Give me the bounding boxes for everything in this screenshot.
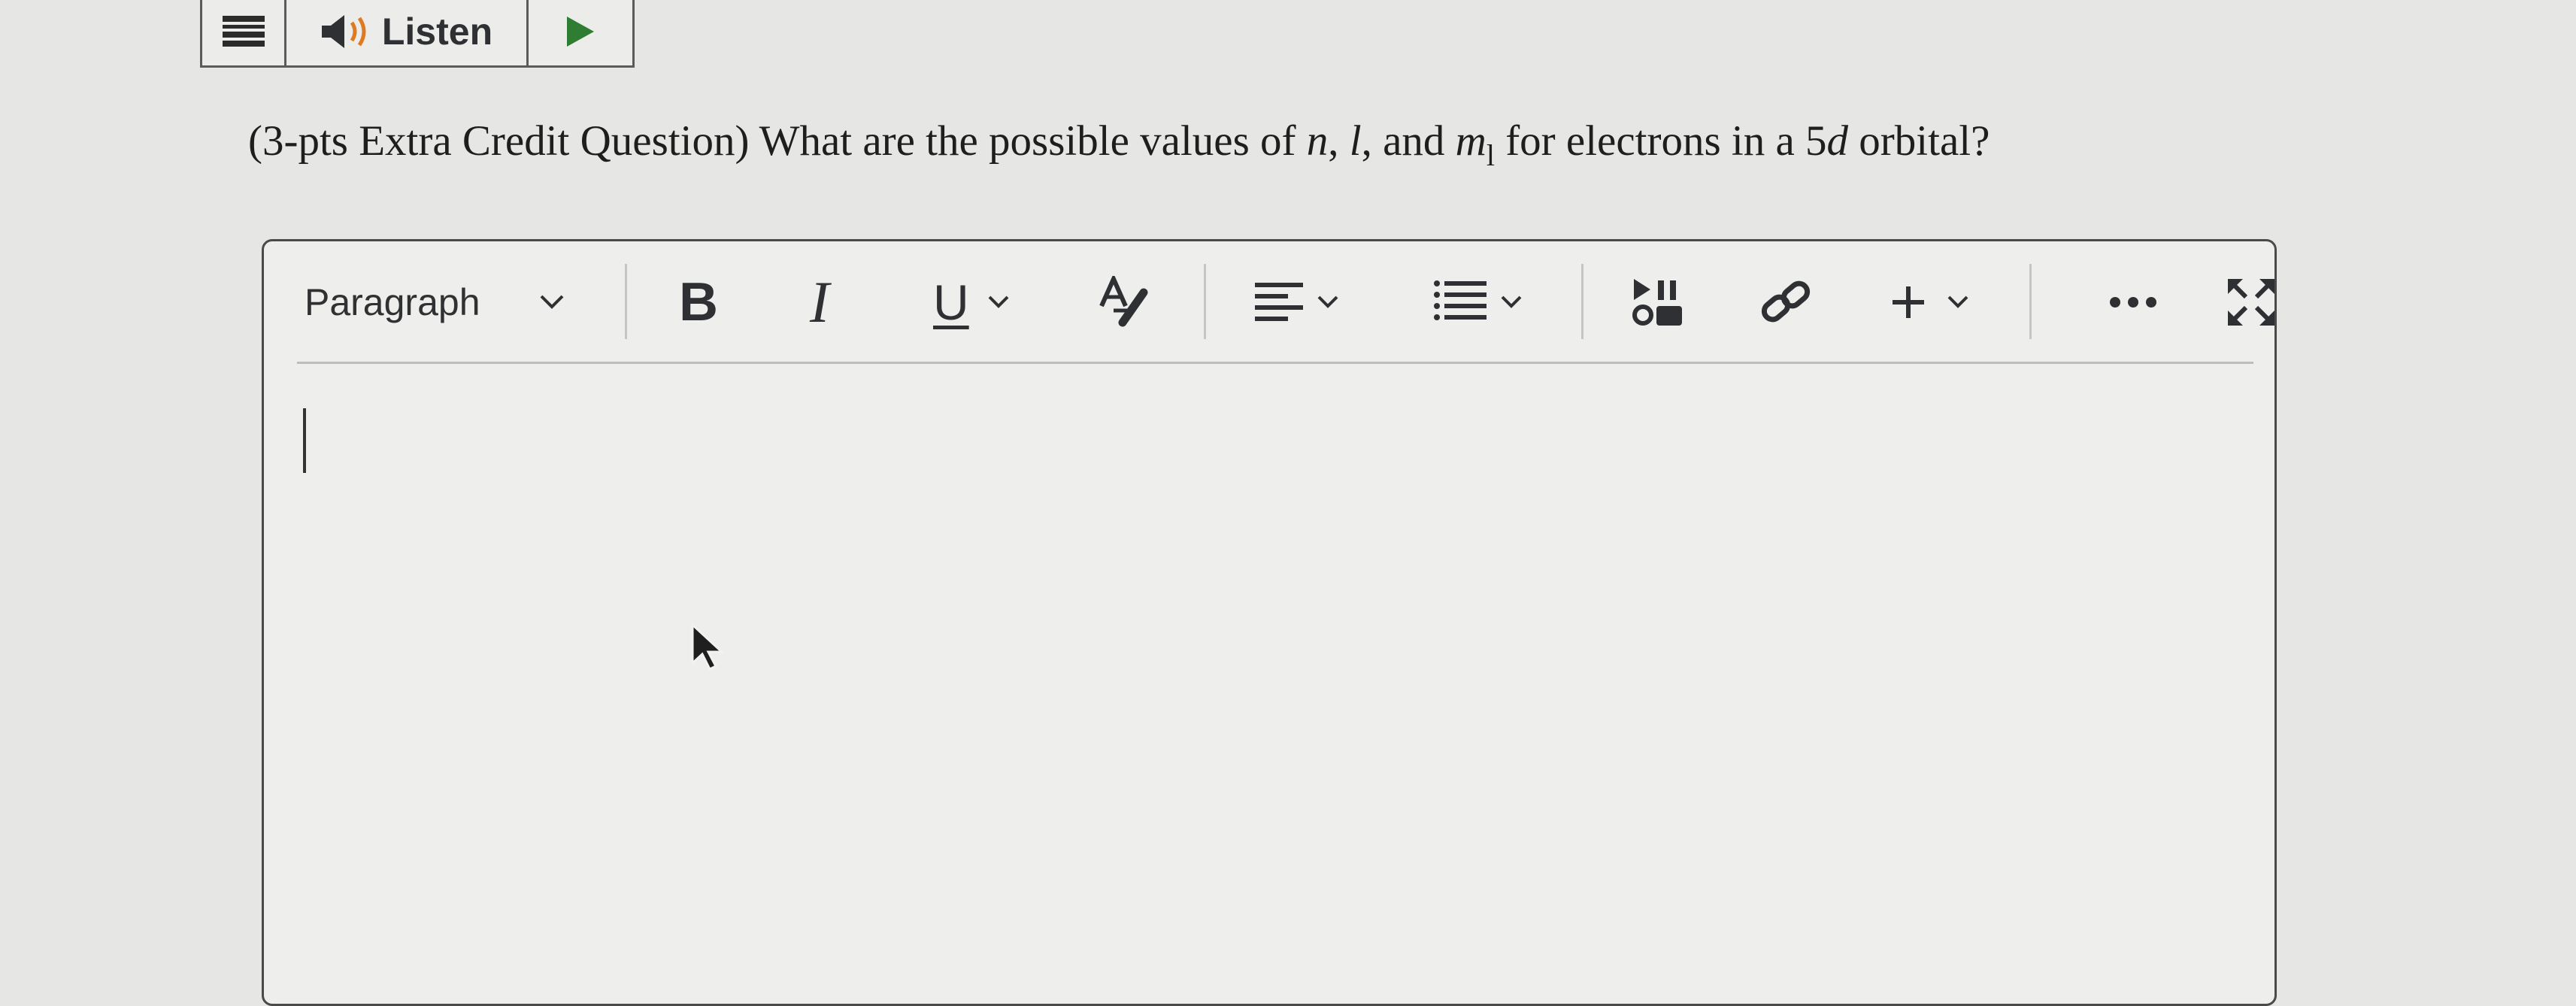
toolbar-divider: [625, 264, 627, 339]
chevron-down-icon: [988, 295, 1009, 308]
speaker-icon: [321, 14, 366, 48]
list-icon: [1434, 280, 1487, 320]
editor-toolbar: Paragraph B I U: [264, 241, 2274, 362]
align-dropdown[interactable]: [1255, 268, 1339, 336]
variable-l: l: [1349, 117, 1362, 165]
chevron-down-icon: [1947, 295, 1968, 308]
rich-text-editor: Paragraph B I U: [262, 239, 2277, 1006]
underline-button[interactable]: U: [933, 268, 1010, 336]
play-button[interactable]: [529, 0, 632, 65]
block-format-label: Paragraph: [305, 281, 480, 323]
toolbar-divider: [1204, 264, 1206, 339]
menu-button[interactable]: [202, 0, 286, 65]
question-sep-2: , and: [1361, 117, 1456, 165]
mouse-pointer-icon: [691, 623, 725, 671]
question-text: (3-pts Extra Credit Question) What are t…: [248, 117, 1990, 173]
listen-toolbar: Listen: [200, 0, 635, 68]
align-icon: [1255, 283, 1303, 321]
question-sep-1: ,: [1328, 117, 1350, 165]
variable-d: d: [1826, 117, 1849, 165]
listen-button[interactable]: Listen: [286, 0, 529, 65]
listen-label: Listen: [381, 10, 493, 53]
more-icon: [2110, 297, 2156, 308]
insert-link-button[interactable]: [1760, 268, 1814, 336]
toolbar-bottom-border: [297, 362, 2253, 364]
chevron-down-icon: [1501, 295, 1522, 308]
insert-more-dropdown[interactable]: [1890, 268, 1969, 336]
list-dropdown[interactable]: [1434, 268, 1523, 336]
insert-media-button[interactable]: [1631, 268, 1685, 336]
fullscreen-icon: [2228, 279, 2274, 326]
text-color-button[interactable]: [1097, 268, 1151, 336]
toolbar-divider: [1581, 264, 1583, 339]
italic-icon: I: [810, 269, 829, 335]
fullscreen-button[interactable]: [2225, 268, 2277, 336]
variable-n: n: [1306, 117, 1329, 165]
plus-icon: [1893, 286, 1924, 318]
text-caret: [303, 408, 306, 473]
chevron-down-icon: [1317, 295, 1338, 308]
editor-content-area[interactable]: [264, 366, 2274, 1004]
more-options-button[interactable]: [2109, 268, 2157, 336]
hamburger-menu-icon: [222, 15, 265, 47]
bold-icon: B: [679, 272, 718, 332]
block-format-dropdown[interactable]: Paragraph: [305, 268, 565, 336]
variable-m: m: [1455, 117, 1487, 165]
underline-icon: U: [933, 274, 969, 330]
question-suffix: orbital?: [1848, 117, 1990, 165]
chevron-down-icon: [540, 295, 563, 309]
play-icon: [567, 16, 594, 47]
italic-button[interactable]: I: [810, 268, 829, 336]
text-color-icon: [1099, 276, 1148, 327]
link-icon: [1761, 280, 1811, 323]
question-prefix: (3-pts Extra Credit Question) What are t…: [248, 117, 1307, 165]
media-icon: [1632, 279, 1682, 326]
question-middle: for electrons in a 5: [1494, 117, 1827, 165]
variable-m-subscript: l: [1486, 138, 1495, 172]
bold-button[interactable]: B: [679, 268, 718, 336]
toolbar-divider: [2029, 264, 2032, 339]
